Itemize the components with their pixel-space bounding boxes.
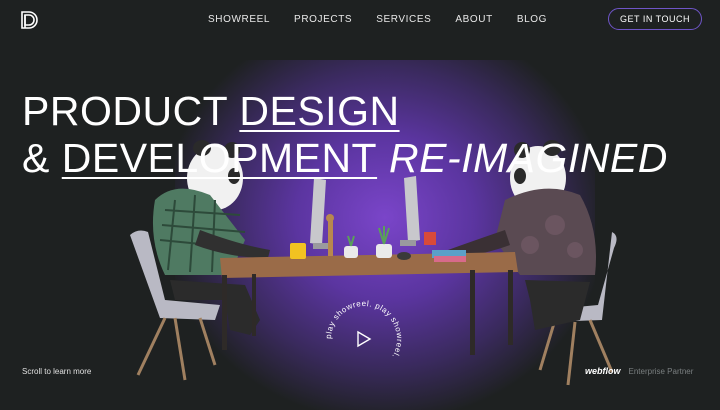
nav-link-projects[interactable]: PROJECTS <box>294 14 352 25</box>
top-nav: SHOWREEL PROJECTS SERVICES ABOUT BLOG GE… <box>0 0 720 40</box>
svg-text:play showreel. play showreel.: play showreel. play showreel. <box>324 299 404 360</box>
play-icon <box>357 330 372 348</box>
webflow-logo: webflow <box>585 366 621 376</box>
headline-product: PRODUCT <box>22 88 240 134</box>
nav-links: SHOWREEL PROJECTS SERVICES ABOUT BLOG <box>208 14 547 25</box>
headline-design: DESIGN <box>239 88 400 134</box>
right-monitor <box>400 176 420 246</box>
headline-ampersand: & <box>22 135 62 181</box>
headline-line-2: & DEVELOPMENT RE-IMAGINED <box>22 135 668 182</box>
showreel-ring-text: play showreel. play showreel. <box>324 299 404 360</box>
logo-icon[interactable] <box>20 11 38 29</box>
partner-badge: webflow Enterprise Partner <box>585 366 693 376</box>
nav-link-blog[interactable]: BLOG <box>517 14 547 25</box>
nav-link-showreel[interactable]: SHOWREEL <box>208 14 270 25</box>
nav-link-services[interactable]: SERVICES <box>376 14 431 25</box>
partner-label: Enterprise Partner <box>628 367 694 376</box>
left-monitor <box>310 178 329 249</box>
headline-development: DEVELOPMENT <box>61 135 378 181</box>
play-showreel-button[interactable]: play showreel. play showreel. <box>322 297 406 381</box>
nav-link-about[interactable]: ABOUT <box>455 14 492 25</box>
hero-headline: PRODUCT DESIGN & DEVELOPMENT RE-IMAGINED <box>22 88 668 182</box>
get-in-touch-button[interactable]: GET IN TOUCH <box>608 8 702 30</box>
headline-reimagined: RE-IMAGINED <box>377 135 668 181</box>
scroll-hint: Scroll to learn more <box>22 367 92 376</box>
headline-line-1: PRODUCT DESIGN <box>22 88 668 135</box>
